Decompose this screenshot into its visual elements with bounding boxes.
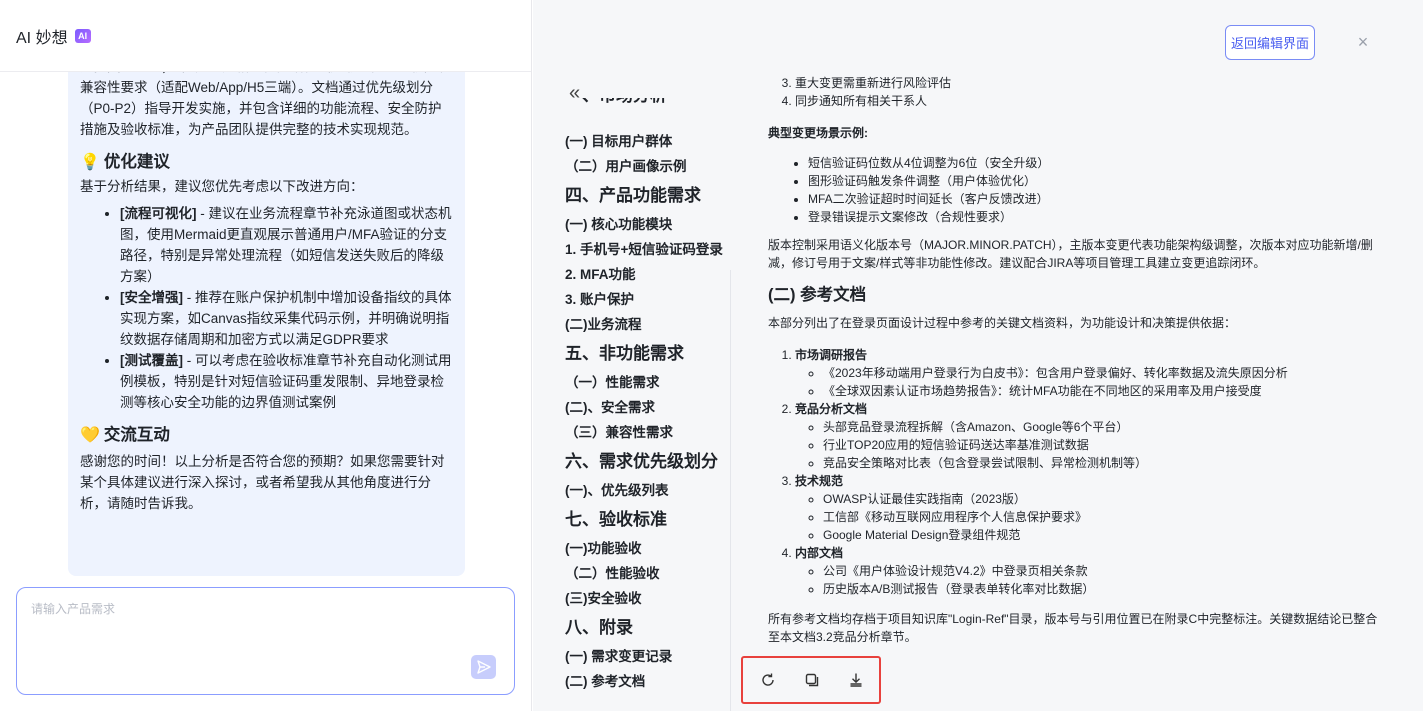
app-header: AI 妙想 AI [0, 0, 531, 72]
toc-item[interactable]: (二) 参考文档 [565, 669, 735, 694]
chat-scroll-area[interactable]: 施多因素验证；3）定义严格的性能指标（加载时间≤1.5秒）和兼容性要求（适配We… [0, 72, 532, 577]
toc-item[interactable]: （二）用户画像示例 [565, 154, 735, 179]
reference-sublist: 《2023年移动端用户登录行为白皮书》：包含用户登录偏好、转化率数据及流失原因分… [795, 364, 1388, 400]
download-icon [850, 673, 862, 687]
table-of-contents: 一、市场分析 (一) 目标用户群体（二）用户画像示例四、产品功能需求(一) 核心… [565, 98, 735, 711]
reference-list: 市场调研报告《2023年移动端用户登录行为白皮书》：包含用户登录偏好、转化率数据… [768, 346, 1388, 598]
list-item: 《2023年移动端用户登录行为白皮书》：包含用户登录偏好、转化率数据及流失原因分… [823, 364, 1388, 382]
list-item: MFA二次验证超时时间延长（客户反馈改进） [808, 190, 1388, 208]
list-item: 重大变更需重新进行风险评估 [795, 74, 1388, 92]
back-to-edit-button[interactable]: 返回编辑界面 [1225, 25, 1315, 60]
version-paragraph: 版本控制采用语义化版本号（MAJOR.MINOR.PATCH），主版本变更代表功… [768, 238, 1373, 270]
refresh-icon [762, 673, 774, 686]
toc-item[interactable]: （三）兼容性需求 [565, 420, 735, 445]
reference-sublist: 头部竞品登录流程拆解（含Amazon、Google等6个平台）行业TOP20应用… [795, 418, 1388, 472]
toc-item[interactable]: (三)安全验收 [565, 586, 735, 611]
list-item: 登录错误提示文案修改（合规性要求） [808, 208, 1388, 226]
toc-item-label: 一、市场分析 [565, 98, 735, 111]
reference-group-title: 技术规范 [795, 474, 844, 488]
list-item: 竞品安全策略对比表（包含登录尝试限制、异常检测机制等） [823, 454, 1388, 472]
toc-item[interactable]: 六、需求优先级划分 [565, 445, 735, 478]
section-text: 基于分析结果，建议您优先考虑以下改进方向： [80, 179, 364, 194]
reference-group-title: 竞品分析文档 [795, 402, 868, 416]
copy-button[interactable] [799, 667, 825, 693]
toc-item[interactable]: (一) 核心功能模块 [565, 212, 735, 237]
list-item: Google Material Design登录组件规范 [823, 526, 1388, 544]
action-toolbar [741, 656, 881, 704]
section-heading: (二) 参考文档 [768, 286, 867, 304]
chat-panel: AI 妙想 AI 施多因素验证；3）定义严格的性能指标（加载时间≤1.5秒）和兼… [0, 0, 532, 711]
toc-item[interactable]: （二）性能验收 [565, 561, 735, 586]
assistant-message: 施多因素验证；3）定义严格的性能指标（加载时间≤1.5秒）和兼容性要求（适配We… [68, 72, 465, 576]
toc-item[interactable]: (一)功能验收 [565, 536, 735, 561]
toc-item[interactable]: 五、非功能需求 [565, 337, 735, 370]
reference-group: 市场调研报告《2023年移动端用户登录行为白皮书》：包含用户登录偏好、转化率数据… [795, 346, 1388, 400]
reference-group-title: 市场调研报告 [795, 348, 868, 362]
list-item: 历史版本A/B测试报告（登录表单转化率对比数据） [823, 580, 1388, 598]
change-process-list: 重大变更需重新进行风险评估 同步通知所有相关干系人 [768, 74, 1388, 110]
toc-item[interactable]: (二)、安全需求 [565, 395, 735, 420]
toc-list: (一) 目标用户群体 （二）用户画像示例 四、产品功能需求 (一) 核心功能模块 1. … [565, 129, 735, 694]
ref-intro: 本部分列出了在登录页面设计过程中参考的关键文档资料，为功能设计和决策提供依据： [768, 316, 1237, 330]
reference-sublist: OWASP认证最佳实践指南（2023版）工信部《移动互联网应用程序个人信息保护要… [795, 490, 1388, 544]
toc-item[interactable]: (一) 目标用户群体 [565, 129, 735, 154]
list-item: 同步通知所有相关干系人 [795, 92, 1388, 110]
section-title: 优化建议 [103, 152, 170, 171]
scenario-list: 短信验证码位数从4位调整为6位（安全升级） 图形验证码触发条件调整（用户体验优化… [768, 154, 1388, 226]
message-intro: 施多因素验证；3）定义严格的性能指标（加载时间≤1.5秒）和兼容性要求（适配We… [80, 72, 451, 137]
list-item: OWASP认证最佳实践指南（2023版） [823, 490, 1388, 508]
bullet-title: [测试覆盖] [120, 353, 183, 368]
toc-item[interactable]: （一）性能需求 [565, 370, 735, 395]
toc-item-partial[interactable]: 一、市场分析 [565, 98, 735, 111]
section-text: 感谢您的时间！以上分析是否符合您的预期？如果您需要针对某个具体建议进行深入探讨，… [80, 454, 445, 511]
toc-item[interactable]: (一) 需求变更记录 [565, 644, 735, 669]
list-item: [安全增强] - 推荐在账户保护机制中增加设备指纹的具体实现方案，如Canvas… [120, 287, 453, 350]
app-title: AI 妙想 [16, 29, 68, 47]
scenario-title: 典型变更场景示例: [768, 126, 868, 140]
section-heading-suggestions: 💡 优化建议 [80, 148, 453, 176]
ai-badge: AI [74, 28, 91, 43]
list-item: [流程可视化] - 建议在业务流程章节补充泳道图或状态机图，使用Mermaid更… [120, 203, 453, 287]
bullet-title: [安全增强] [120, 290, 183, 305]
bullet-title: [流程可视化] [120, 206, 197, 221]
reference-group: 技术规范 OWASP认证最佳实践指南（2023版）工信部《移动互联网应用程序个人信… [795, 472, 1388, 544]
list-item: 公司《用户体验设计规范V4.2》中登录页相关条款 [823, 562, 1388, 580]
send-icon [476, 660, 491, 674]
prompt-input-box [16, 587, 515, 695]
section-heading-interaction: 💛 交流互动 [80, 421, 453, 449]
document-preview-panel: 返回编辑界面 × « 一、市场分析 (一) 目标用户群体（二）用户画像示例四、产… [533, 0, 1423, 711]
list-item: [测试覆盖] - 可以考虑在验收标准章节补充自动化测试用例模板，特别是针对短信验… [120, 350, 453, 413]
toc-item[interactable]: (一)、优先级列表 [565, 478, 735, 503]
toc-item[interactable]: 1. 手机号+短信验证码登录 [565, 237, 735, 262]
prompt-input[interactable] [17, 588, 514, 658]
toc-item[interactable]: 七、验收标准 [565, 503, 735, 536]
list-item: 《全球双因素认证市场趋势报告》：统计MFA功能在不同地区的采用率及用户接受度 [823, 382, 1388, 400]
document-content: 重大变更需重新进行风险评估 同步通知所有相关干系人 典型变更场景示例: 短信验证… [768, 74, 1388, 644]
toc-item[interactable]: 3. 账户保护 [565, 287, 735, 312]
list-item: 工信部《移动互联网应用程序个人信息保护要求》 [823, 508, 1388, 526]
section-title: 交流互动 [103, 425, 170, 444]
toc-item[interactable]: 八、附录 [565, 611, 735, 644]
refresh-button[interactable] [755, 667, 781, 693]
lightbulb-icon: 💡 [80, 153, 100, 171]
toc-item[interactable]: 2. MFA功能 [565, 262, 735, 287]
list-item: 图形验证码触发条件调整（用户体验优化） [808, 172, 1388, 190]
reference-group-title: 内部文档 [795, 546, 844, 560]
list-item: 行业TOP20应用的短信验证码送达率基准测试数据 [823, 436, 1388, 454]
close-icon[interactable]: × [1353, 32, 1373, 52]
suggestion-list: [流程可视化] - 建议在业务流程章节补充泳道图或状态机图，使用Mermaid更… [80, 203, 453, 413]
toc-item[interactable]: 四、产品功能需求 [565, 179, 735, 212]
reference-group: 竞品分析文档头部竞品登录流程拆解（含Amazon、Google等6个平台）行业T… [795, 400, 1388, 472]
send-button[interactable] [471, 655, 496, 679]
heart-icon: 💛 [80, 426, 100, 444]
closing-paragraph: 所有参考文档均存档于项目知识库"Login-Ref"目录，版本号与引用位置已在附… [768, 612, 1378, 644]
copy-icon [805, 673, 819, 687]
toc-item[interactable]: (二)业务流程 [565, 312, 735, 337]
list-item: 短信验证码位数从4位调整为6位（安全升级） [808, 154, 1388, 172]
download-button[interactable] [843, 667, 869, 693]
list-item: 头部竞品登录流程拆解（含Amazon、Google等6个平台） [823, 418, 1388, 436]
toc-divider [730, 270, 731, 711]
reference-sublist: 公司《用户体验设计规范V4.2》中登录页相关条款历史版本A/B测试报告（登录表单… [795, 562, 1388, 598]
reference-group: 内部文档公司《用户体验设计规范V4.2》中登录页相关条款历史版本A/B测试报告（… [795, 544, 1388, 598]
